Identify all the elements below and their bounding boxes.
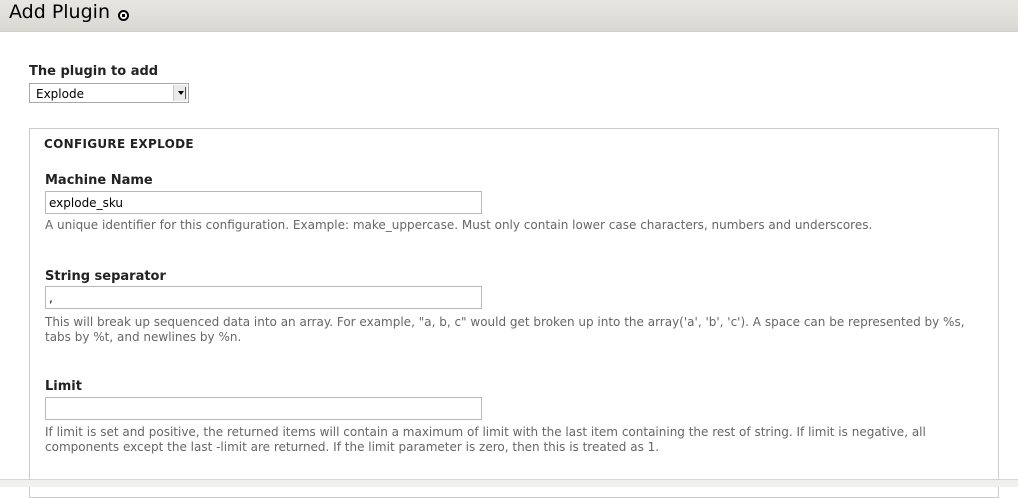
machine-name-input[interactable]: explode_sku: [45, 191, 482, 214]
string-separator-input[interactable]: ,: [45, 286, 482, 309]
fieldset-legend: CONFIGURE EXPLODE: [44, 137, 194, 151]
settings-toggle-icon[interactable]: [118, 10, 129, 21]
limit-input[interactable]: [45, 397, 482, 420]
title-bar: Add Plugin: [0, 0, 1018, 32]
string-separator-label: String separator: [45, 269, 166, 284]
chevron-down-icon[interactable]: [173, 85, 187, 101]
plugin-select-value: Explode: [36, 87, 84, 101]
page-title: Add Plugin: [9, 1, 110, 23]
machine-name-description: A unique identifier for this configurati…: [45, 218, 873, 232]
plugin-select[interactable]: Explode: [29, 83, 189, 103]
string-separator-description: This will break up sequenced data into a…: [45, 315, 965, 344]
limit-label: Limit: [45, 379, 82, 394]
plugin-select-label: The plugin to add: [29, 64, 159, 79]
limit-description: If limit is set and positive, the return…: [45, 425, 926, 454]
machine-name-label: Machine Name: [45, 173, 153, 188]
